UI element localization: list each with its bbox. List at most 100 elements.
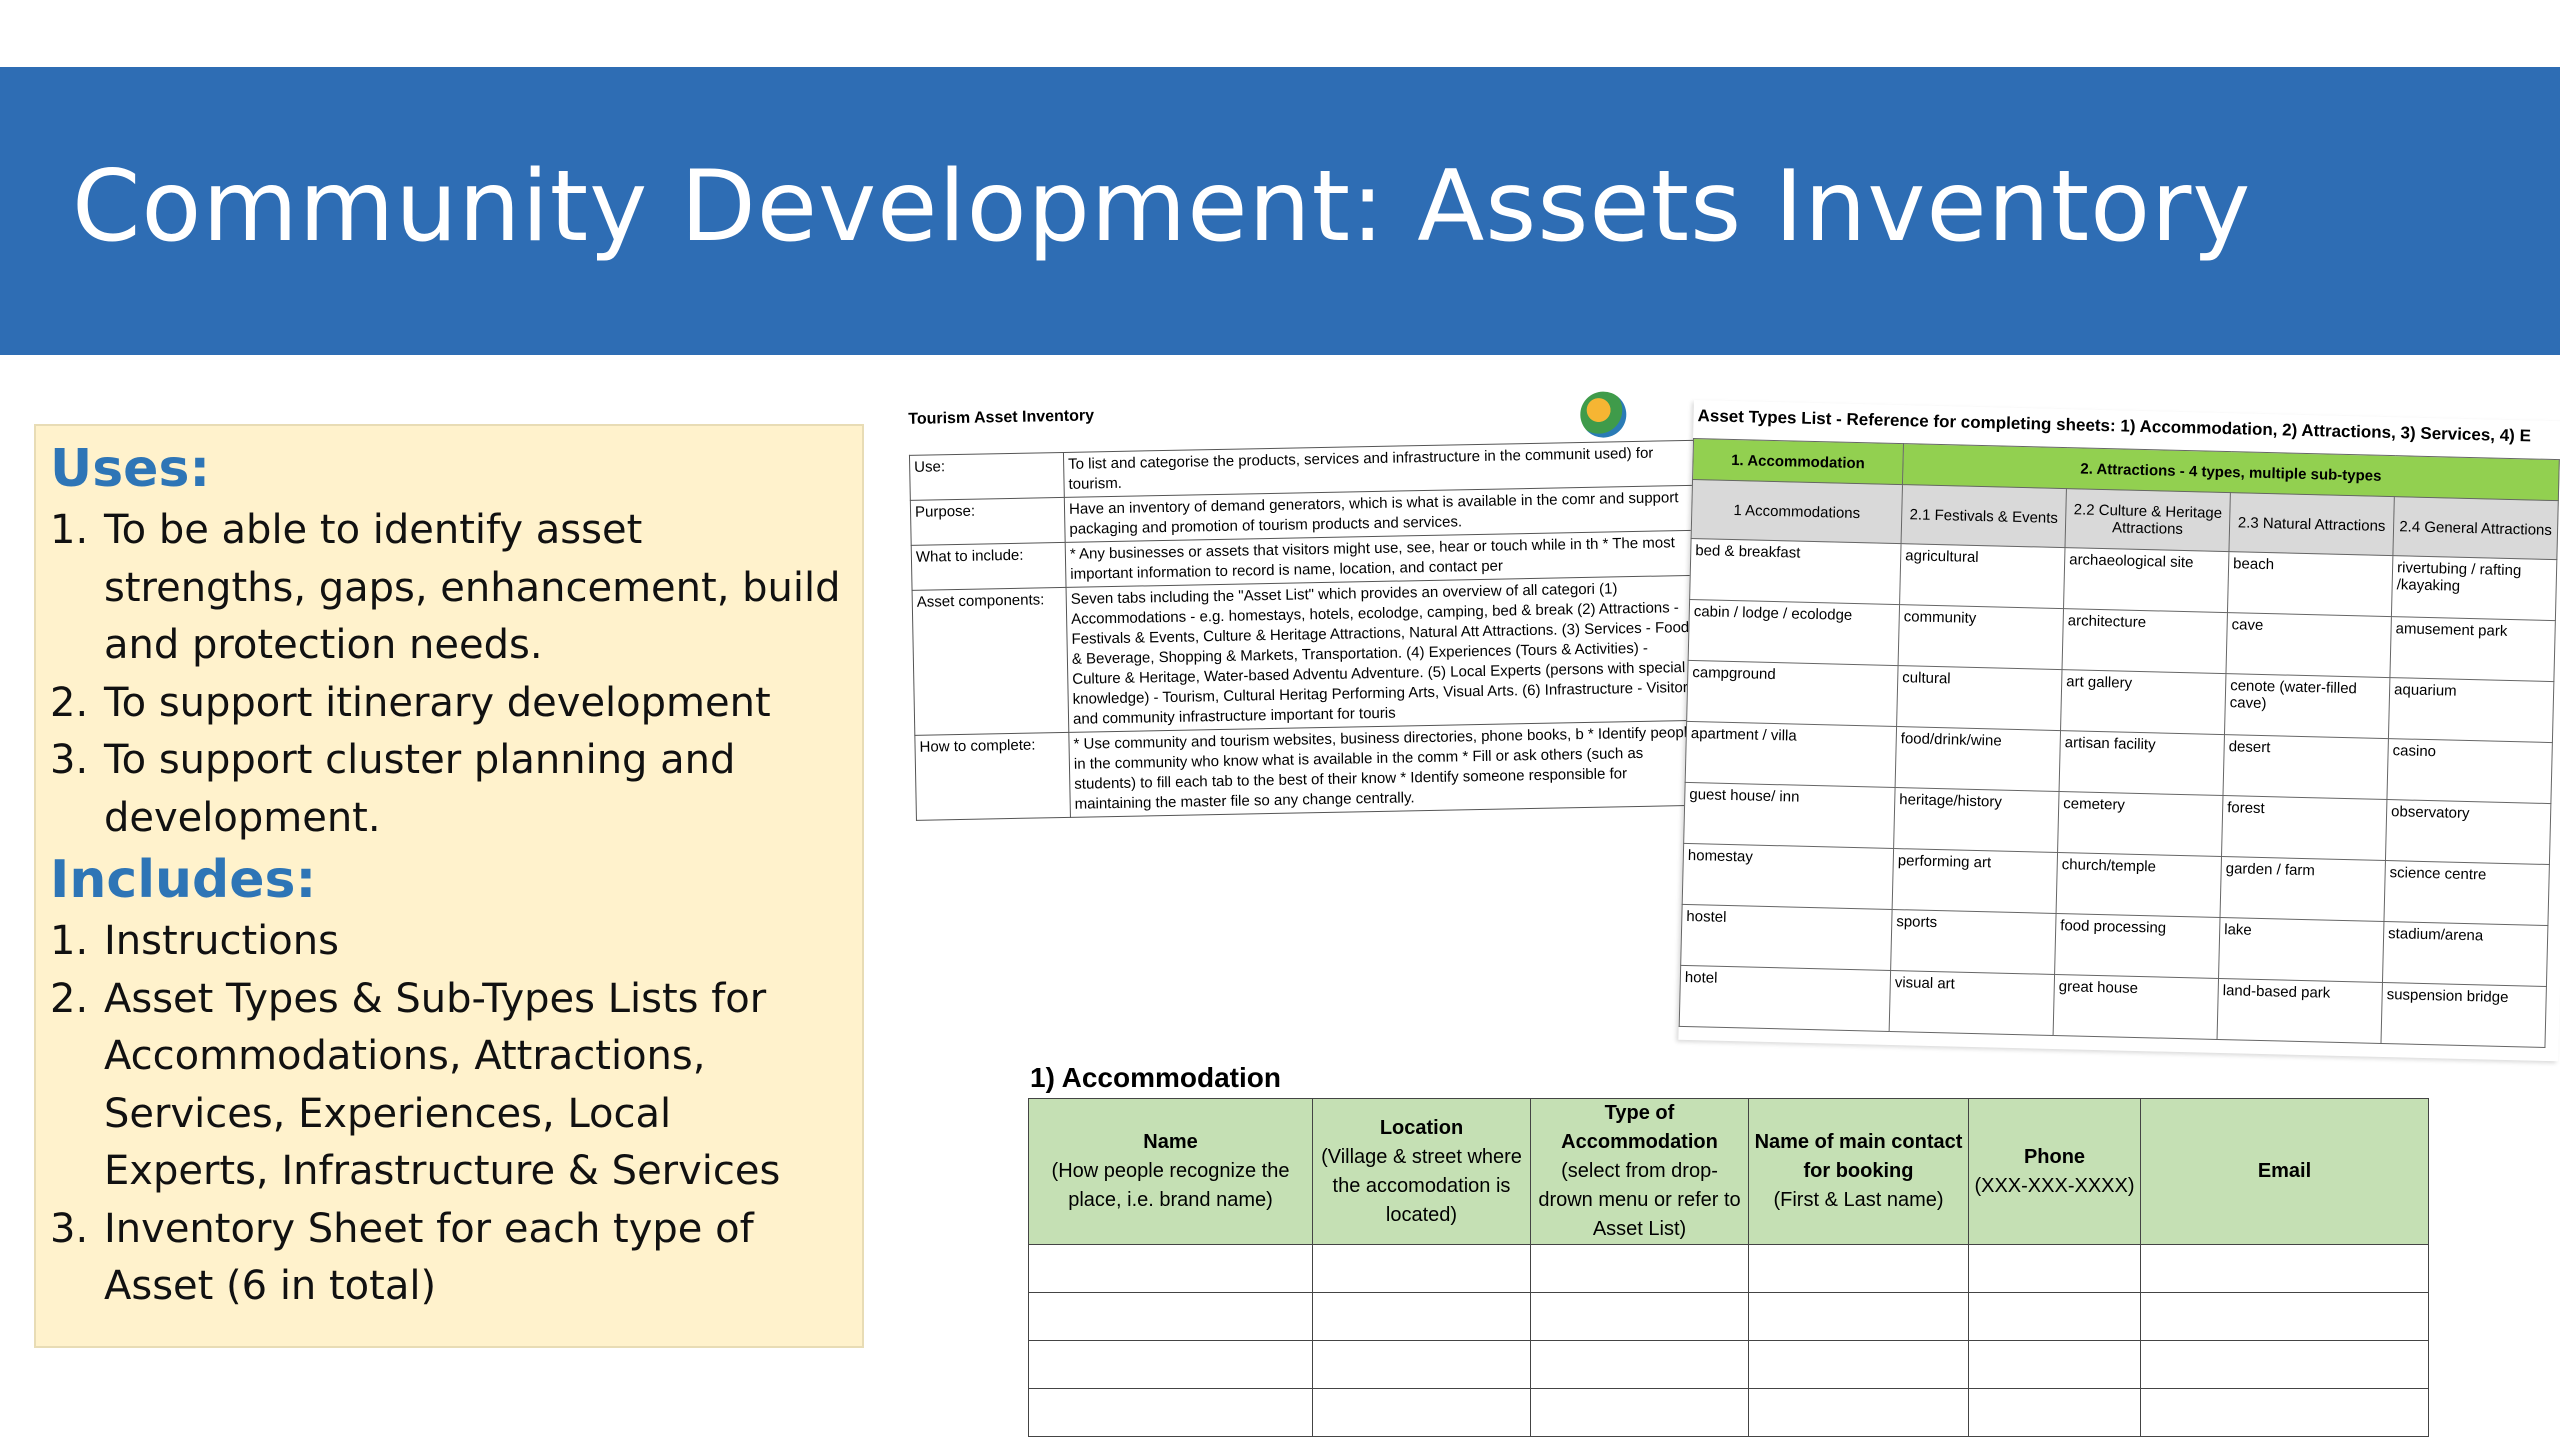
- row-value: * Use community and tourism websites, bu…: [1068, 720, 1706, 818]
- column-header: 2.4 General Attractions: [2392, 496, 2559, 560]
- includes-list: 1. Instructions 2. Asset Types & Sub-Types…: [50, 913, 848, 1316]
- table-row: [1028, 1292, 2429, 1341]
- tourism-logo-icon: [1579, 391, 1627, 439]
- table-cell: artisan facility: [2059, 730, 2225, 796]
- table-row: Asset components: Seven tabs including t…: [912, 575, 1704, 736]
- empty-cell[interactable]: [1748, 1388, 1969, 1437]
- asset-types-sheet-image: Asset Types List - Reference for complet…: [1678, 400, 2560, 1062]
- table-cell: suspension bridge: [2380, 982, 2547, 1048]
- table-cell: community: [1898, 604, 2064, 670]
- empty-cell[interactable]: [2140, 1292, 2429, 1341]
- empty-cell[interactable]: [1968, 1340, 2141, 1389]
- table-row: [1028, 1340, 2429, 1389]
- empty-cell[interactable]: [2140, 1388, 2429, 1437]
- empty-cell[interactable]: [1968, 1388, 2141, 1437]
- empty-cell[interactable]: [1530, 1292, 1749, 1341]
- includes-heading: Includes:: [50, 850, 317, 910]
- column-header: 2.2 Culture & Heritage Attractions: [2065, 488, 2231, 552]
- table-cell: forest: [2221, 795, 2387, 861]
- group-header: 1. Accommodation: [1692, 438, 1904, 485]
- accommodation-table: Name (How people recognize the place, i.e…: [1028, 1098, 2429, 1437]
- slide-title: Community Development: Assets Inventory: [72, 150, 2252, 264]
- table-cell: land-based park: [2217, 978, 2383, 1044]
- column-header: 2.1 Festivals & Events: [1901, 484, 2067, 548]
- empty-cell[interactable]: [2140, 1244, 2429, 1293]
- table-cell: cabin / lodge / ecolodge: [1688, 599, 1900, 666]
- empty-cell[interactable]: [1748, 1292, 1969, 1341]
- table-cell: food/drink/wine: [1895, 726, 2061, 792]
- empty-cell[interactable]: [1028, 1388, 1313, 1437]
- table-cell: architecture: [2062, 608, 2228, 674]
- empty-cell[interactable]: [1530, 1244, 1749, 1293]
- table-cell: agricultural: [1899, 543, 2066, 609]
- empty-cell[interactable]: [1312, 1340, 1531, 1389]
- table-cell: art gallery: [2060, 669, 2226, 735]
- table-cell: guest house/ inn: [1683, 782, 1896, 849]
- table-cell: cave: [2225, 612, 2392, 678]
- empty-cell[interactable]: [1028, 1340, 1313, 1389]
- table-cell: heritage/history: [1893, 787, 2060, 853]
- table-cell: hotel: [1679, 965, 1891, 1032]
- table-cell: apartment / villa: [1685, 721, 1897, 788]
- column-header: Email: [2140, 1098, 2429, 1245]
- table-cell: food processing: [2054, 913, 2221, 979]
- empty-cell[interactable]: [1968, 1244, 2141, 1293]
- table-cell: hostel: [1680, 904, 1893, 971]
- column-header: Location (Village & street where the acco…: [1312, 1098, 1531, 1245]
- column-header-sub: (How people recognize the place, i.e. br…: [1051, 1160, 1290, 1211]
- row-key: What to include:: [911, 542, 1067, 591]
- empty-cell[interactable]: [1968, 1292, 2141, 1341]
- includes-item: 1. Instructions: [50, 918, 339, 964]
- column-header-main: Phone: [2023, 1145, 2086, 1168]
- table-row: [1028, 1244, 2429, 1293]
- uses-item: 2. To support itinerary development: [50, 679, 771, 726]
- table-cell: cenote (water-filled cave): [2224, 673, 2390, 739]
- uses-heading: Uses:: [50, 439, 211, 499]
- table-cell: cemetery: [2057, 791, 2223, 857]
- accommodation-title: 1) Accommodation: [1030, 1062, 1281, 1093]
- includes-item: 2. Asset Types & Sub-Types Lists for Acco…: [50, 975, 781, 1195]
- table-cell: homestay: [1682, 843, 1894, 910]
- empty-cell[interactable]: [2140, 1340, 2429, 1389]
- table-cell: great house: [2053, 974, 2219, 1040]
- column-header-sub: (XXX-XXX-XXXX): [1974, 1174, 2135, 1197]
- empty-cell[interactable]: [1748, 1244, 1969, 1293]
- table-cell: observatory: [2385, 799, 2551, 865]
- column-header: Name of main contact for booking (First &…: [1748, 1098, 1969, 1245]
- accommodation-header-row: Name (How people recognize the place, i.e…: [1028, 1098, 2429, 1245]
- table-cell: bed & breakfast: [1689, 538, 1902, 605]
- column-header-sub: (First & Last name): [1773, 1189, 1944, 1211]
- uses-includes-panel: Uses: 1. To be able to identify asset str…: [34, 424, 864, 1348]
- empty-cell[interactable]: [1312, 1292, 1531, 1341]
- empty-cell[interactable]: [1748, 1340, 1969, 1389]
- table-cell: casino: [2386, 738, 2553, 804]
- asset-types-table: 1. Accommodation 2. Attractions - 4 type…: [1679, 438, 2560, 1048]
- row-key: Asset components:: [912, 587, 1069, 736]
- column-header: 1 Accommodations: [1691, 479, 1903, 544]
- column-header-main: Email: [2257, 1160, 2312, 1182]
- row-key: How to complete:: [914, 732, 1071, 821]
- empty-cell[interactable]: [1312, 1388, 1531, 1437]
- table-cell: amusement park: [2389, 616, 2556, 682]
- empty-cell[interactable]: [1530, 1340, 1749, 1389]
- uses-item: 3. To support cluster planning and develo…: [50, 737, 736, 841]
- row-key: Purpose:: [910, 497, 1066, 546]
- table-cell: desert: [2222, 734, 2389, 800]
- empty-cell[interactable]: [1028, 1292, 1313, 1341]
- table-row: [1028, 1388, 2429, 1437]
- accommodation-body: Name (How people recognize the place, i.e…: [1028, 1098, 2429, 1437]
- uses-item: 1. To be able to identify asset strengths…: [50, 507, 841, 668]
- empty-cell[interactable]: [1312, 1244, 1531, 1293]
- uses-list: 1. To be able to identify asset strengths…: [50, 502, 848, 847]
- empty-cell[interactable]: [1028, 1244, 1313, 1293]
- empty-cell[interactable]: [1530, 1388, 1749, 1437]
- table-cell: aquarium: [2388, 677, 2554, 743]
- instructions-sheet-image: Tourism Asset Inventory Use: To list and…: [904, 389, 1716, 1035]
- table-cell: garden / farm: [2220, 856, 2386, 922]
- column-header-main: Name: [1143, 1131, 1198, 1153]
- table-cell: archaeological site: [2063, 547, 2229, 613]
- table-cell: rivertubing / rafting /kayaking: [2391, 555, 2557, 621]
- column-header: Type of Accommodation (select from drop- …: [1530, 1098, 1749, 1245]
- column-header-main: Location: [1379, 1116, 1464, 1139]
- table-cell: beach: [2227, 551, 2393, 617]
